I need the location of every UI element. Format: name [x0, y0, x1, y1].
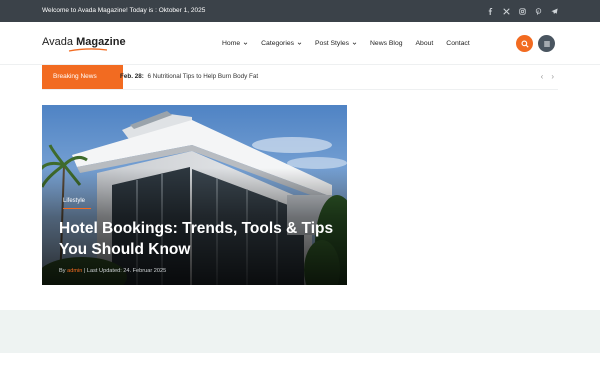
featured-post-card[interactable]: Lifestyle Hotel Bookings: Trends, Tools …	[42, 105, 347, 285]
chevron-left-icon[interactable]: ‹	[541, 73, 544, 81]
post-meta: By admin | Last Updated: 24. Februar 202…	[59, 268, 166, 274]
site-logo[interactable]: Avada Magazine	[42, 36, 126, 52]
breaking-news-headline[interactable]: 6 Nutritional Tips to Help Burn Body Fat	[148, 73, 259, 80]
category-tag[interactable]: Lifestyle	[59, 194, 92, 209]
chevron-down-icon	[243, 42, 248, 45]
chevron-down-icon	[297, 42, 302, 45]
x-icon[interactable]	[503, 7, 510, 15]
nav-news-blog-label: News Blog	[370, 40, 403, 47]
breaking-news-label: Breaking News	[42, 65, 123, 89]
post-author-link[interactable]: admin	[67, 268, 82, 274]
chevron-right-icon[interactable]: ›	[551, 73, 554, 81]
nav-contact[interactable]: Contact	[446, 40, 469, 47]
post-title[interactable]: Hotel Bookings: Trends, Tools & Tips You…	[59, 218, 339, 260]
breaking-news-nav: ‹ ›	[541, 65, 554, 89]
search-icon	[520, 39, 529, 48]
nav-home[interactable]: Home	[222, 40, 248, 47]
search-button[interactable]	[516, 35, 533, 52]
logo-text-bold: Magazine	[76, 36, 126, 48]
nav-categories[interactable]: Categories	[261, 40, 302, 47]
site-header: Avada Magazine Home Categories Post Styl…	[0, 22, 600, 65]
main-nav: Home Categories Post Styles News Blog Ab…	[222, 22, 470, 65]
menu-button[interactable]	[538, 35, 555, 52]
social-links	[487, 0, 558, 22]
breaking-news-item[interactable]: Feb. 28: 6 Nutritional Tips to Help Burn…	[120, 65, 258, 89]
section-band	[0, 310, 600, 353]
top-bar: Welcome to Avada Magazine! Today is : Ok…	[0, 0, 600, 22]
divider	[42, 89, 558, 90]
post-updated-date: | Last Updated: 24. Februar 2025	[83, 268, 167, 274]
meta-prefix: By	[59, 268, 66, 274]
logo-swoosh-icon	[68, 48, 108, 52]
logo-text-light: Avada	[42, 36, 73, 48]
instagram-icon[interactable]	[519, 7, 526, 15]
pinterest-icon[interactable]	[535, 7, 542, 15]
breaking-news-date: Feb. 28:	[120, 73, 144, 80]
hamburger-icon	[543, 41, 550, 46]
telegram-icon[interactable]	[551, 8, 558, 15]
chevron-down-icon	[352, 42, 357, 45]
nav-home-label: Home	[222, 40, 241, 47]
nav-post-styles-label: Post Styles	[315, 40, 350, 47]
welcome-text: Welcome to Avada Magazine! Today is : Ok…	[42, 7, 206, 14]
nav-about-label: About	[415, 40, 434, 47]
nav-post-styles[interactable]: Post Styles	[315, 40, 357, 47]
nav-categories-label: Categories	[261, 40, 295, 47]
nav-news-blog[interactable]: News Blog	[370, 40, 403, 47]
nav-about[interactable]: About	[416, 40, 434, 47]
facebook-icon[interactable]	[487, 7, 494, 15]
breaking-news-bar: Breaking News Feb. 28: 6 Nutritional Tip…	[42, 65, 558, 90]
nav-contact-label: Contact	[446, 40, 470, 47]
